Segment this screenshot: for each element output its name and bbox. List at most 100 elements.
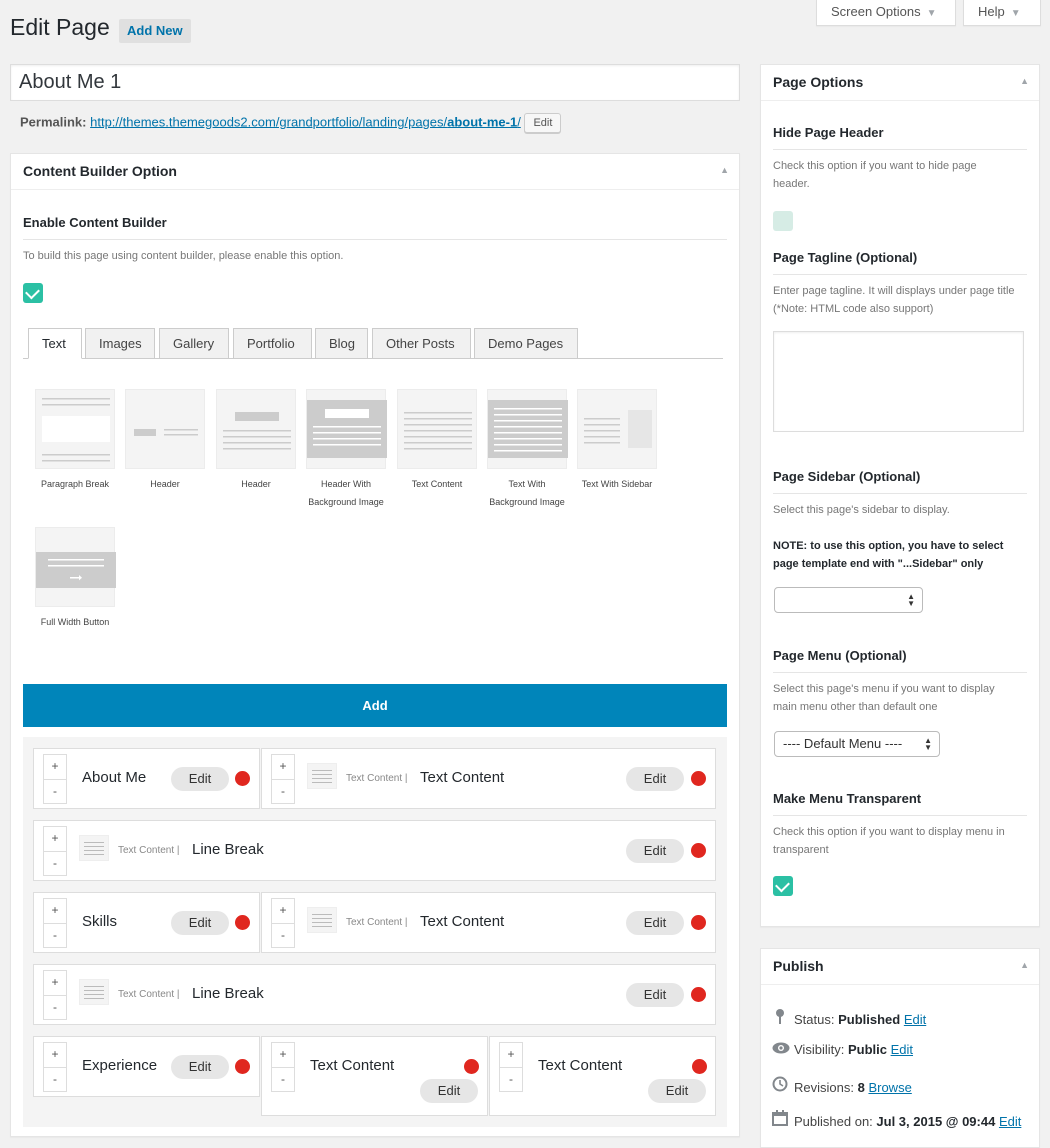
add-module-button[interactable]: Add: [23, 684, 727, 727]
remove-icon[interactable]: [691, 771, 706, 786]
tab-portfolio[interactable]: Portfolio: [233, 328, 312, 359]
builder-block-line-break[interactable]: + - Text Content | Line Break Edit: [33, 964, 716, 1025]
builder-block-text-content[interactable]: + - Text Content | Text Content Edit: [261, 748, 716, 809]
builder-block-experience[interactable]: + - Experience Edit: [33, 1036, 260, 1097]
published-value: Jul 3, 2015 @ 09:44: [876, 1114, 996, 1129]
block-edit-button[interactable]: Edit: [171, 911, 229, 935]
remove-icon[interactable]: [235, 771, 250, 786]
permalink-link[interactable]: http://themes.themegoods2.com/grandportf…: [90, 114, 521, 129]
builder-block-text-content[interactable]: + - Text Content Edit: [261, 1036, 488, 1116]
publish-header[interactable]: Publish ▲: [761, 949, 1039, 985]
module-text-with-bg[interactable]: [487, 389, 568, 469]
block-edit-button[interactable]: Edit: [420, 1079, 478, 1103]
remove-icon[interactable]: [691, 843, 706, 858]
plus-icon[interactable]: +: [272, 899, 294, 923]
page-options-header[interactable]: Page Options ▲: [761, 65, 1039, 101]
menu-select[interactable]: ---- Default Menu ---- ▲ ▼: [774, 731, 940, 757]
hide-header-checkbox[interactable]: [773, 211, 793, 231]
menu-select-value: ---- Default Menu ----: [783, 736, 903, 751]
plus-icon[interactable]: +: [44, 755, 66, 779]
plus-icon[interactable]: +: [44, 899, 66, 923]
collapse-arrow-icon[interactable]: ▲: [720, 165, 729, 175]
minus-icon[interactable]: -: [500, 1067, 522, 1091]
block-edit-button[interactable]: Edit: [648, 1079, 706, 1103]
minus-icon[interactable]: -: [272, 923, 294, 947]
minus-icon[interactable]: -: [272, 779, 294, 803]
plus-icon[interactable]: +: [44, 1043, 66, 1067]
minus-icon[interactable]: -: [272, 1067, 294, 1091]
remove-icon[interactable]: [691, 987, 706, 1002]
block-edit-button[interactable]: Edit: [171, 767, 229, 791]
content-builder-header[interactable]: Content Builder Option ▲: [11, 154, 739, 190]
remove-icon[interactable]: [235, 915, 250, 930]
block-stepper[interactable]: + -: [43, 1042, 67, 1092]
divider: [773, 274, 1027, 275]
tagline-textarea[interactable]: [773, 331, 1024, 432]
block-edit-button[interactable]: Edit: [626, 911, 684, 935]
builder-block-line-break[interactable]: + - Text Content | Line Break Edit: [33, 820, 716, 881]
minus-icon[interactable]: -: [44, 851, 66, 875]
minus-icon[interactable]: -: [44, 779, 66, 803]
plus-icon[interactable]: +: [44, 971, 66, 995]
module-text-content[interactable]: [397, 389, 477, 469]
block-stepper[interactable]: + -: [271, 754, 295, 804]
published-edit-link[interactable]: Edit: [999, 1114, 1021, 1129]
builder-block-skills[interactable]: + - Skills Edit: [33, 892, 260, 953]
remove-icon[interactable]: [692, 1059, 707, 1074]
remove-icon[interactable]: [464, 1059, 479, 1074]
block-stepper[interactable]: + -: [499, 1042, 523, 1092]
permalink-edit-button[interactable]: Edit: [524, 113, 562, 133]
plus-icon[interactable]: +: [272, 1043, 294, 1067]
block-edit-button[interactable]: Edit: [626, 839, 684, 863]
block-edit-button[interactable]: Edit: [626, 767, 684, 791]
tab-images[interactable]: Images: [85, 328, 155, 359]
module-header-with-bg[interactable]: [306, 389, 387, 469]
post-title-input[interactable]: About Me 1: [10, 64, 740, 101]
status-value: Published: [838, 1012, 901, 1027]
collapse-arrow-icon[interactable]: ▲: [1020, 76, 1029, 86]
full-width-button-icon: [36, 552, 116, 588]
tab-gallery[interactable]: Gallery: [159, 328, 229, 359]
module-header-2[interactable]: [216, 389, 296, 469]
screen-options-tab[interactable]: Screen Options ▼: [816, 0, 956, 26]
minus-icon[interactable]: -: [44, 995, 66, 1019]
module-paragraph-break[interactable]: [35, 389, 115, 469]
revisions-browse-link[interactable]: Browse: [868, 1080, 911, 1095]
tab-demo-pages[interactable]: Demo Pages: [474, 328, 578, 359]
block-stepper[interactable]: + -: [43, 898, 67, 948]
sidebar-select[interactable]: ▲ ▼: [774, 587, 923, 613]
block-stepper[interactable]: + -: [271, 898, 295, 948]
builder-block-about-me[interactable]: + - About Me Edit: [33, 748, 260, 809]
minus-icon[interactable]: -: [44, 923, 66, 947]
block-stepper[interactable]: + -: [43, 970, 67, 1020]
builder-block-text-content[interactable]: + - Text Content | Text Content Edit: [261, 892, 716, 953]
block-edit-button[interactable]: Edit: [171, 1055, 229, 1079]
plus-icon[interactable]: +: [500, 1043, 522, 1067]
visibility-edit-link[interactable]: Edit: [891, 1042, 913, 1057]
plus-icon[interactable]: +: [272, 755, 294, 779]
builder-block-text-content[interactable]: + - Text Content Edit: [489, 1036, 716, 1116]
block-stepper[interactable]: + -: [43, 754, 67, 804]
remove-icon[interactable]: [235, 1059, 250, 1074]
enable-builder-checkbox[interactable]: [23, 283, 43, 303]
minus-icon[interactable]: -: [44, 1067, 66, 1091]
transparent-checkbox[interactable]: [773, 876, 793, 896]
block-stepper[interactable]: + -: [271, 1042, 295, 1092]
module-full-width-button[interactable]: [35, 527, 116, 607]
sidebar-note-1: NOTE: to use this option, you have to se…: [773, 540, 1004, 552]
tab-blog[interactable]: Blog: [315, 328, 368, 359]
remove-icon[interactable]: [691, 915, 706, 930]
tab-other-posts[interactable]: Other Posts: [372, 328, 471, 359]
module-header-1[interactable]: [125, 389, 205, 469]
history-icon: [772, 1076, 788, 1095]
plus-icon[interactable]: +: [44, 827, 66, 851]
tab-text[interactable]: Text: [28, 328, 82, 359]
collapse-arrow-icon[interactable]: ▲: [1020, 960, 1029, 970]
module-text-with-sidebar[interactable]: [577, 389, 657, 469]
block-type: Text Content |: [346, 773, 408, 784]
help-tab[interactable]: Help ▼: [963, 0, 1041, 26]
add-new-button[interactable]: Add New: [119, 19, 191, 43]
block-edit-button[interactable]: Edit: [626, 983, 684, 1007]
block-stepper[interactable]: + -: [43, 826, 67, 876]
status-edit-link[interactable]: Edit: [904, 1012, 926, 1027]
